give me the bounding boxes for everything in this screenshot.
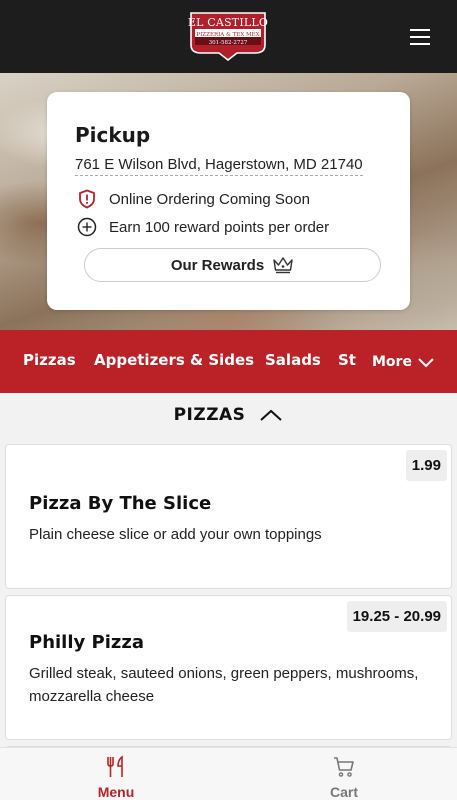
logo-name: EL CASTILLO (187, 16, 269, 29)
category-appetizers-sides[interactable]: Appetizers & Sides (94, 351, 254, 369)
category-pizzas[interactable]: Pizzas (23, 351, 76, 369)
section-title: PIZZAS (173, 405, 246, 425)
item-name: Philly Pizza (29, 632, 144, 653)
menu-item-card[interactable]: 19.25 - 20.99 Philly Pizza Grilled steak… (5, 595, 452, 740)
our-rewards-label: Our Rewards (170, 256, 265, 274)
category-partial[interactable]: St (338, 351, 356, 369)
chevron-up-icon (260, 409, 283, 421)
more-label: More (372, 353, 412, 370)
chevron-down-icon (418, 357, 434, 367)
nav-menu-button[interactable]: Menu (2, 748, 230, 800)
logo-tagline: PIZZERIA & TEX MEX (196, 32, 260, 38)
alert-shield-icon (77, 189, 97, 209)
item-description: Grilled steak, sauteed onions, green pep… (29, 665, 419, 705)
crown-icon (273, 257, 293, 274)
cart-icon (334, 757, 354, 777)
reward-info-text: Earn 100 reward points per order (109, 218, 330, 236)
fork-knife-icon (107, 755, 123, 777)
logo-phone: 301-582-2727 (208, 40, 248, 46)
brand-logo[interactable]: EL CASTILLO PIZZERIA & TEX MEX 301-582-2… (185, 11, 271, 61)
our-rewards-button[interactable]: Our Rewards (84, 248, 381, 282)
item-price: 1.99 (405, 450, 447, 481)
nav-menu-label: Menu (97, 784, 135, 800)
item-price: 19.25 - 20.99 (346, 601, 447, 632)
nav-cart-label: Cart (329, 784, 358, 800)
nav-cart-button[interactable]: Cart (230, 748, 457, 800)
category-salads[interactable]: Salads (265, 351, 321, 369)
pickup-title: Pickup (75, 123, 151, 147)
section-header-pizzas[interactable]: PIZZAS (0, 393, 457, 437)
ordering-notice: Online Ordering Coming Soon (77, 189, 310, 209)
more-categories-button[interactable]: More (364, 330, 457, 393)
item-description: Plain cheese slice or add your own toppi… (29, 526, 322, 543)
reward-info: Earn 100 reward points per order (77, 217, 329, 237)
pickup-card: Pickup 761 E Wilson Blvd, Hagerstown, MD… (47, 92, 410, 310)
ordering-notice-text: Online Ordering Coming Soon (109, 190, 310, 208)
plus-circle-icon (77, 217, 97, 237)
top-bar: EL CASTILLO PIZZERIA & TEX MEX 301-582-2… (0, 0, 457, 73)
store-address[interactable]: 761 E Wilson Blvd, Hagerstown, MD 21740 (75, 156, 363, 176)
hamburger-icon[interactable] (406, 26, 434, 48)
menu-item-card[interactable]: 1.99 Pizza By The Slice Plain cheese sli… (5, 444, 452, 589)
bottom-nav: Menu Cart (0, 747, 457, 800)
item-name: Pizza By The Slice (29, 493, 212, 514)
